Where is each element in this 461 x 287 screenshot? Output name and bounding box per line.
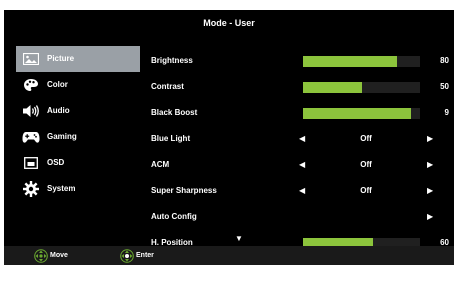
black-boost-row[interactable]: Black Boost 9 — [151, 100, 451, 126]
left-arrow-icon[interactable]: ◀ — [299, 126, 305, 152]
contrast-row[interactable]: Contrast 50 — [151, 74, 451, 100]
row-label: Auto Config — [151, 212, 197, 221]
right-arrow-icon[interactable]: ▶ — [427, 204, 433, 230]
enter-hint: Enter — [120, 246, 154, 265]
slider-fill — [303, 108, 411, 119]
right-arrow-icon[interactable]: ▶ — [427, 126, 433, 152]
sidebar-item-audio[interactable]: Audio — [16, 98, 140, 124]
sidebar-item-label: System — [47, 184, 76, 193]
sidebar-item-system[interactable]: System — [16, 176, 140, 202]
row-label: Black Boost — [151, 108, 198, 117]
brightness-value: 80 — [440, 56, 449, 65]
left-arrow-icon[interactable]: ◀ — [299, 152, 305, 178]
super-sharpness-row[interactable]: Super Sharpness ◀ Off ▶ — [151, 178, 451, 204]
sidebar-item-gaming[interactable]: Gaming — [16, 124, 140, 150]
sidebar-item-picture[interactable]: Picture — [16, 46, 140, 72]
sidebar-item-label: OSD — [47, 158, 65, 167]
sidebar-item-label: Gaming — [47, 132, 77, 141]
row-label: Brightness — [151, 56, 193, 65]
row-label: Super Sharpness — [151, 186, 217, 195]
gear-icon — [22, 181, 40, 197]
sidebar-item-osd[interactable]: OSD — [16, 150, 140, 176]
sidebar-item-label: Picture — [47, 54, 75, 63]
contrast-value: 50 — [440, 82, 449, 91]
brightness-row[interactable]: Brightness 80 — [151, 48, 451, 74]
sidebar-item-label: Color — [47, 80, 68, 89]
move-hint: Move — [34, 246, 68, 265]
gamepad-icon — [22, 130, 40, 144]
picture-icon — [22, 52, 40, 66]
left-arrow-icon[interactable]: ◀ — [299, 178, 305, 204]
row-label: Blue Light — [151, 134, 191, 143]
acm-value: Off — [360, 160, 372, 169]
scroll-down-icon[interactable]: ▼ — [235, 234, 243, 243]
sidebar: Picture Color Audio Gaming OSD System — [16, 46, 140, 202]
enter-label: Enter — [136, 252, 154, 259]
slider-fill — [303, 56, 397, 67]
blue-light-row[interactable]: Blue Light ◀ Off ▶ — [151, 126, 451, 152]
right-arrow-icon[interactable]: ▶ — [427, 152, 433, 178]
super-sharpness-value: Off — [360, 186, 372, 195]
contrast-slider[interactable] — [303, 82, 420, 93]
black-boost-slider[interactable] — [303, 108, 420, 119]
row-label: Contrast — [151, 82, 184, 91]
osd-menu: Mode - User Picture Color Audio Gaming O… — [4, 10, 454, 265]
move-label: Move — [50, 252, 68, 259]
brightness-slider[interactable] — [303, 56, 420, 67]
auto-config-row[interactable]: Auto Config ▶ — [151, 204, 451, 230]
speaker-icon — [22, 104, 40, 118]
black-boost-value: 9 — [444, 108, 449, 117]
dpad-enter-icon — [120, 248, 134, 263]
sidebar-item-label: Audio — [47, 106, 70, 115]
dpad-move-icon — [34, 248, 48, 263]
blue-light-value: Off — [360, 134, 372, 143]
footer-hints: Move Enter — [4, 246, 454, 265]
row-label: ACM — [151, 160, 170, 169]
osd-icon — [22, 156, 40, 170]
acm-row[interactable]: ACM ◀ Off ▶ — [151, 152, 451, 178]
slider-fill — [303, 82, 362, 93]
menu-title: Mode - User — [203, 18, 255, 28]
sidebar-item-color[interactable]: Color — [16, 72, 140, 98]
palette-icon — [22, 78, 40, 92]
right-arrow-icon[interactable]: ▶ — [427, 178, 433, 204]
